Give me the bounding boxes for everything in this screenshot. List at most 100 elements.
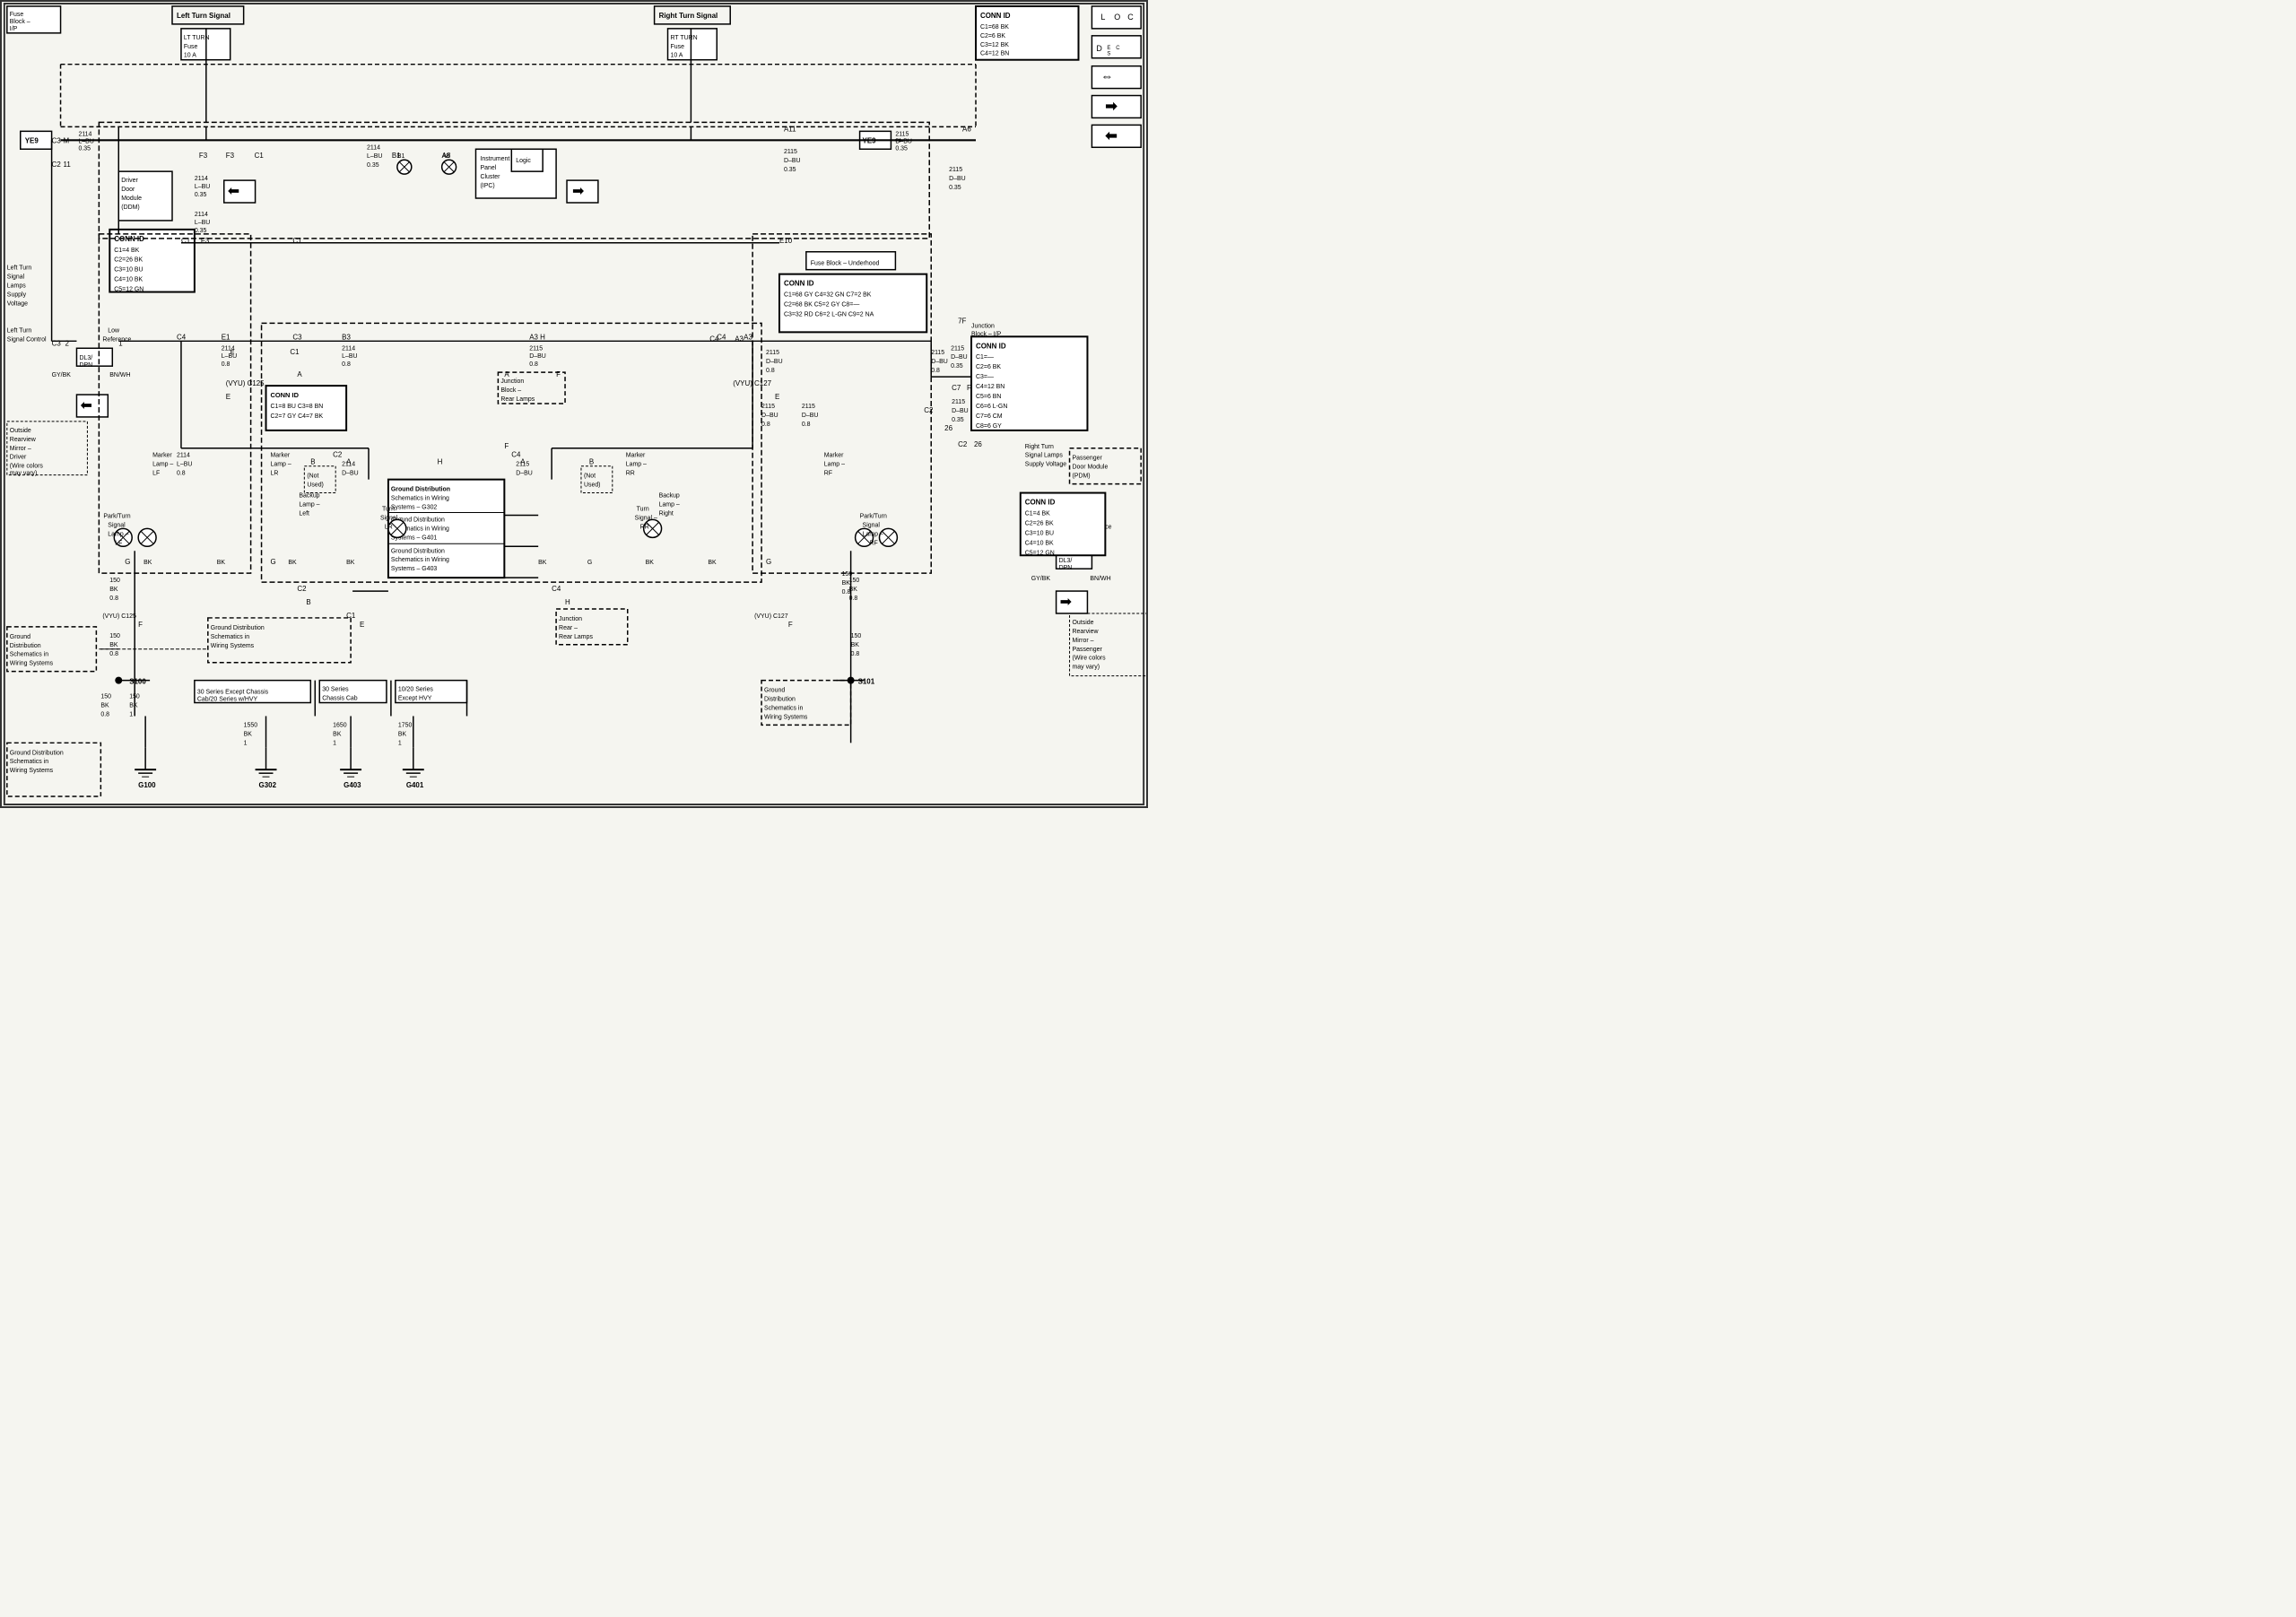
svg-text:Cab/20 Series w/HVY: Cab/20 Series w/HVY [197,697,258,703]
svg-text:H: H [438,458,443,466]
svg-text:Systems – G302: Systems – G302 [391,504,438,510]
svg-text:1550: 1550 [244,722,258,728]
svg-text:2114: 2114 [78,131,91,137]
svg-text:1: 1 [333,740,336,746]
svg-text:0.35: 0.35 [949,185,961,191]
svg-text:(Not: (Not [307,474,318,480]
svg-text:Driver: Driver [121,178,138,184]
svg-text:B1: B1 [392,152,401,160]
svg-text:E: E [230,350,235,356]
svg-text:Rearview: Rearview [10,437,37,443]
svg-text:150: 150 [109,578,120,584]
svg-text:F: F [504,442,509,450]
svg-text:0.8: 0.8 [931,368,940,374]
svg-text:BK: BK [109,642,118,648]
svg-text:1: 1 [129,711,133,717]
svg-text:Instrument: Instrument [480,156,509,162]
svg-text:C2=6 BK: C2=6 BK [980,33,1005,39]
svg-text:F: F [556,370,561,378]
svg-text:1: 1 [398,740,402,746]
svg-text:RR: RR [626,471,635,477]
svg-text:Logic: Logic [516,158,531,164]
svg-text:C3: C3 [292,333,302,341]
svg-text:BK: BK [288,560,297,566]
svg-text:2115: 2115 [766,350,779,356]
svg-text:10 A: 10 A [671,53,683,59]
svg-text:C3: C3 [52,136,62,144]
svg-text:C3=—: C3=— [976,374,994,380]
svg-text:Passenger: Passenger [1073,647,1103,653]
svg-text:BK: BK [144,560,152,566]
svg-text:(Wire colors: (Wire colors [10,464,44,470]
svg-text:Lamp –: Lamp – [271,462,291,468]
svg-text:D–BU: D–BU [342,471,359,477]
svg-text:0.35: 0.35 [367,162,379,169]
svg-text:B: B [306,598,310,606]
svg-text:Left Turn: Left Turn [7,327,32,334]
svg-text:0.8: 0.8 [109,651,118,657]
svg-text:26: 26 [974,440,982,448]
svg-text:Right Turn: Right Turn [1025,444,1054,450]
svg-text:A3: A3 [744,333,752,341]
svg-text:A3: A3 [529,333,538,341]
svg-text:Ground Distribution: Ground Distribution [391,487,450,493]
svg-text:G: G [766,558,771,566]
svg-text:Signal: Signal [7,274,25,281]
svg-text:Distribution: Distribution [10,643,41,649]
svg-text:DL3/: DL3/ [79,355,92,361]
svg-text:C2=68 BK C5=2 GY C8=—: C2=68 BK C5=2 GY C8=— [784,301,859,308]
svg-text:BK: BK [109,587,118,593]
svg-text:D: D [1096,44,1102,53]
svg-text:Junction: Junction [971,323,995,329]
svg-text:A6: A6 [962,125,971,133]
svg-text:L–BU: L–BU [177,462,192,468]
svg-text:1650: 1650 [333,722,347,728]
svg-text:Rear Lamps: Rear Lamps [500,396,535,403]
svg-text:Marker: Marker [152,453,172,459]
svg-text:H: H [565,598,570,606]
svg-text:0.8: 0.8 [766,368,775,374]
svg-text:Signal: Signal [108,522,126,528]
svg-text:C4: C4 [177,333,187,341]
svg-text:F3: F3 [199,152,208,160]
left-turn-signal-label: Left Turn Signal [177,12,230,20]
svg-text:2115: 2115 [761,404,775,410]
svg-text:YE9: YE9 [25,136,39,144]
svg-text:30 Series: 30 Series [322,687,349,693]
svg-text:2115: 2115 [895,131,909,137]
svg-text:Fuse: Fuse [10,12,24,18]
svg-text:0.8: 0.8 [842,589,851,596]
svg-text:⇔: ⇔ [1100,69,1113,83]
svg-text:C1=4 BK: C1=4 BK [1025,510,1050,517]
svg-text:G302: G302 [259,781,277,789]
svg-text:C2=26 BK: C2=26 BK [114,257,143,264]
svg-text:10/20 Series: 10/20 Series [398,687,434,693]
svg-text:1750: 1750 [398,722,413,728]
svg-text:⬅: ⬅ [228,184,239,199]
svg-text:L–BU: L–BU [367,153,382,160]
svg-text:C3=12 BK: C3=12 BK [980,42,1009,48]
svg-text:C: C [1116,46,1120,51]
svg-text:Lamp –: Lamp – [108,531,128,537]
svg-text:C2: C2 [333,451,343,459]
svg-text:D–BU: D–BU [529,353,546,360]
svg-text:C2=7 GY C4=7 BK: C2=7 GY C4=7 BK [271,413,324,420]
svg-text:Chassis Cab: Chassis Cab [322,696,358,702]
svg-text:2115: 2115 [952,399,965,405]
svg-text:Schematics in: Schematics in [10,652,48,658]
svg-text:may vary): may vary) [10,471,38,477]
svg-text:C4=10 BK: C4=10 BK [114,277,143,283]
svg-text:0.8: 0.8 [851,651,860,657]
svg-text:Block –: Block – [500,387,521,394]
svg-text:Marker: Marker [271,453,291,459]
svg-text:30 Series Except Chassis: 30 Series Except Chassis [197,690,269,696]
svg-text:0.8: 0.8 [222,361,230,368]
svg-text:BK: BK [346,560,355,566]
svg-text:0.8: 0.8 [177,471,186,477]
svg-text:D–BU: D–BU [802,413,819,419]
svg-text:Ground: Ground [764,688,785,694]
svg-text:0.35: 0.35 [195,192,207,198]
svg-text:Turn: Turn [382,506,395,512]
svg-text:L–BU: L–BU [195,184,210,190]
svg-text:B3: B3 [342,333,351,341]
